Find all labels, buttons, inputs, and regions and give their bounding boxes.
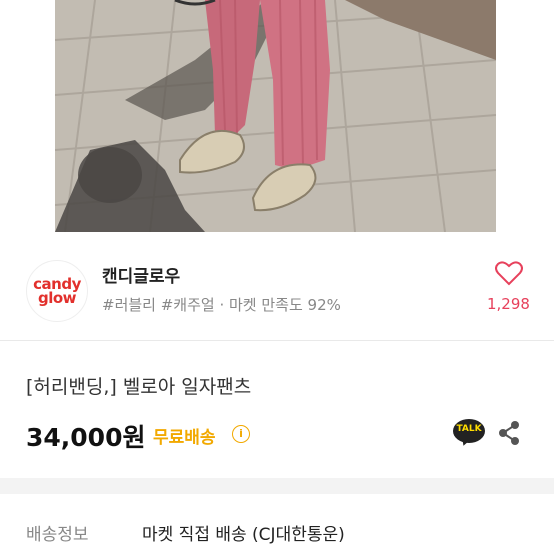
kakaotalk-icon[interactable]: TALK	[453, 419, 485, 448]
shop-logo-line2: glow	[37, 289, 77, 307]
shop-logo[interactable]: candy glow	[26, 260, 88, 322]
delivery-value: 마켓 직접 배송 (CJ대한통운)	[142, 525, 345, 545]
product-photo-area	[0, 0, 554, 232]
likes-count: 1,298	[487, 295, 530, 313]
delivery-label: 배송정보	[26, 525, 89, 545]
heart-icon[interactable]	[495, 260, 523, 286]
free-shipping-badge: 무료배송	[153, 428, 216, 448]
section-separator	[0, 478, 554, 494]
section-divider	[0, 340, 554, 341]
shop-section: candy glow 캔디글로우 #러블리 #캐주얼 · 마켓 만족도 92% …	[0, 232, 554, 340]
product-title: [허리밴딩,] 벨로아 일자팬츠	[26, 376, 252, 398]
shop-name[interactable]: 캔디글로우	[102, 262, 180, 287]
product-price: 34,000원	[26, 423, 146, 452]
talk-label: TALK	[456, 424, 482, 434]
share-icon[interactable]	[497, 420, 521, 446]
product-photo-image	[55, 0, 496, 232]
product-photo[interactable]	[55, 0, 496, 232]
shop-tags: #러블리 #캐주얼 · 마켓 만족도 92%	[102, 296, 341, 314]
info-icon[interactable]: i	[232, 425, 250, 443]
